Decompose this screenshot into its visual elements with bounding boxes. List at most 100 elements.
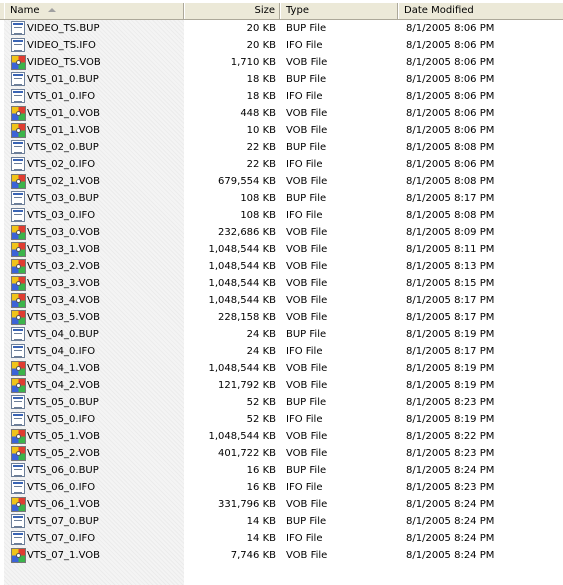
vob-media-icon <box>11 548 26 563</box>
file-size: 22 KB <box>246 142 276 153</box>
file-row[interactable]: VTS_02_0.BUP 22 KB BUP File 8/1/2005 8:08 P… <box>0 139 563 156</box>
file-type: VOB File <box>286 380 328 391</box>
vob-media-icon <box>11 497 26 512</box>
file-row[interactable]: VTS_05_0.BUP 52 KB BUP File 8/1/2005 8:23 P… <box>0 394 563 411</box>
file-icon-cell <box>11 361 26 376</box>
file-row[interactable]: VTS_06_0.IFO 16 KB IFO File 8/1/2005 8:23 P… <box>0 479 563 496</box>
file-row[interactable]: VTS_01_0.BUP 18 KB BUP File 8/1/2005 8:06 P… <box>0 71 563 88</box>
file-row[interactable]: VTS_02_0.IFO 22 KB IFO File 8/1/2005 8:06 P… <box>0 156 563 173</box>
file-row[interactable]: VTS_03_3.VOB 1,048,544 KB VOB File 8/1/2005… <box>0 275 563 292</box>
file-name: VTS_01_1.VOB <box>27 125 100 136</box>
file-type: VOB File <box>286 550 328 561</box>
column-header-type[interactable]: Type <box>280 3 398 19</box>
file-date-modified: 8/1/2005 8:15 PM <box>406 278 495 289</box>
file-row[interactable]: VTS_07_0.BUP 14 KB BUP File 8/1/2005 8:24 P… <box>0 513 563 530</box>
file-icon-cell <box>11 72 26 87</box>
file-size: 52 KB <box>246 414 276 425</box>
file-row[interactable]: VTS_03_0.IFO 108 KB IFO File 8/1/2005 8:08 … <box>0 207 563 224</box>
file-row[interactable]: VTS_06_0.BUP 16 KB BUP File 8/1/2005 8:24 P… <box>0 462 563 479</box>
file-name: VTS_03_4.VOB <box>27 295 100 306</box>
file-type: VOB File <box>286 227 328 238</box>
file-icon-cell <box>11 174 26 189</box>
file-row[interactable]: VTS_04_0.IFO 24 KB IFO File 8/1/2005 8:17 P… <box>0 343 563 360</box>
file-row[interactable]: VTS_01_0.IFO 18 KB IFO File 8/1/2005 8:06 P… <box>0 88 563 105</box>
file-date-modified: 8/1/2005 8:06 PM <box>406 74 495 85</box>
file-row[interactable]: VIDEO_TS.IFO 20 KB IFO File 8/1/2005 8:06 P… <box>0 37 563 54</box>
file-icon-cell <box>11 38 26 53</box>
file-icon <box>11 395 25 409</box>
file-icon-cell <box>11 208 26 223</box>
file-size: 331,796 KB <box>218 499 276 510</box>
file-icon <box>11 140 25 154</box>
file-row[interactable]: VTS_01_0.VOB 448 KB VOB File 8/1/2005 8:06 … <box>0 105 563 122</box>
file-icon-cell <box>11 514 26 529</box>
file-date-modified: 8/1/2005 8:09 PM <box>406 227 495 238</box>
file-row[interactable]: VTS_04_0.BUP 24 KB BUP File 8/1/2005 8:19 P… <box>0 326 563 343</box>
file-row[interactable]: VTS_03_2.VOB 1,048,544 KB VOB File 8/1/2005… <box>0 258 563 275</box>
file-name: VTS_04_2.VOB <box>27 380 100 391</box>
file-date-modified: 8/1/2005 8:19 PM <box>406 363 495 374</box>
file-row[interactable]: VTS_07_0.IFO 14 KB IFO File 8/1/2005 8:24 P… <box>0 530 563 547</box>
file-icon-cell <box>11 123 26 138</box>
file-row[interactable]: VTS_03_0.VOB 232,686 KB VOB File 8/1/2005 8… <box>0 224 563 241</box>
file-row[interactable]: VTS_04_2.VOB 121,792 KB VOB File 8/1/2005 8… <box>0 377 563 394</box>
file-row[interactable]: VTS_05_1.VOB 1,048,544 KB VOB File 8/1/2005… <box>0 428 563 445</box>
file-name: VTS_04_0.BUP <box>27 329 99 340</box>
file-row[interactable]: VTS_02_1.VOB 679,554 KB VOB File 8/1/2005 8… <box>0 173 563 190</box>
file-row[interactable]: VTS_03_4.VOB 1,048,544 KB VOB File 8/1/2005… <box>0 292 563 309</box>
file-date-modified: 8/1/2005 8:24 PM <box>406 550 495 561</box>
file-size: 448 KB <box>240 108 276 119</box>
column-header-name[interactable]: Name <box>4 3 184 19</box>
file-row[interactable]: VTS_05_2.VOB 401,722 KB VOB File 8/1/2005 8… <box>0 445 563 462</box>
column-header-bar: Name Size Type Date Modified <box>0 3 563 20</box>
file-type: VOB File <box>286 125 328 136</box>
vob-media-icon <box>11 106 26 121</box>
file-date-modified: 8/1/2005 8:19 PM <box>406 329 495 340</box>
file-name: VTS_01_0.BUP <box>27 74 99 85</box>
file-icon-cell <box>11 55 26 70</box>
file-row[interactable]: VIDEO_TS.BUP 20 KB BUP File 8/1/2005 8:06 P… <box>0 20 563 37</box>
file-row[interactable]: VTS_03_1.VOB 1,048,544 KB VOB File 8/1/2005… <box>0 241 563 258</box>
file-icon-cell <box>11 21 26 36</box>
vob-media-icon <box>11 259 26 274</box>
file-row[interactable]: VTS_03_0.BUP 108 KB BUP File 8/1/2005 8:17 … <box>0 190 563 207</box>
file-name: VTS_05_0.IFO <box>27 414 96 425</box>
file-row[interactable]: VTS_07_1.VOB 7,746 KB VOB File 8/1/2005 8:2… <box>0 547 563 564</box>
file-size: 16 KB <box>246 482 276 493</box>
file-icon-cell <box>11 106 26 121</box>
file-size: 121,792 KB <box>218 380 276 391</box>
file-size: 24 KB <box>246 329 276 340</box>
file-name: VIDEO_TS.IFO <box>27 40 96 51</box>
column-header-date-label: Date Modified <box>404 5 474 16</box>
file-type: IFO File <box>286 210 323 221</box>
file-date-modified: 8/1/2005 8:06 PM <box>406 159 495 170</box>
column-header-size-label: Size <box>254 5 275 16</box>
file-size: 108 KB <box>240 210 276 221</box>
file-type: VOB File <box>286 363 328 374</box>
file-type: VOB File <box>286 448 328 459</box>
column-header-date-modified[interactable]: Date Modified <box>398 3 559 19</box>
file-type: VOB File <box>286 295 328 306</box>
file-date-modified: 8/1/2005 8:22 PM <box>406 431 495 442</box>
file-row[interactable]: VTS_01_1.VOB 10 KB VOB File 8/1/2005 8:06 P… <box>0 122 563 139</box>
file-type: BUP File <box>286 142 327 153</box>
file-size: 10 KB <box>246 125 276 136</box>
file-row[interactable]: VTS_06_1.VOB 331,796 KB VOB File 8/1/2005 8… <box>0 496 563 513</box>
file-name: VTS_04_1.VOB <box>27 363 100 374</box>
file-icon <box>11 72 25 86</box>
file-row[interactable]: VIDEO_TS.VOB 1,710 KB VOB File 8/1/2005 8:0… <box>0 54 563 71</box>
file-row[interactable]: VTS_03_5.VOB 228,158 KB VOB File 8/1/2005 8… <box>0 309 563 326</box>
file-date-modified: 8/1/2005 8:08 PM <box>406 176 495 187</box>
file-row[interactable]: VTS_04_1.VOB 1,048,544 KB VOB File 8/1/2005… <box>0 360 563 377</box>
file-icon <box>11 38 25 52</box>
file-date-modified: 8/1/2005 8:24 PM <box>406 516 495 527</box>
file-size: 232,686 KB <box>218 227 276 238</box>
column-header-size[interactable]: Size <box>184 3 280 19</box>
file-type: VOB File <box>286 244 328 255</box>
file-icon-cell <box>11 89 26 104</box>
file-icon <box>11 514 25 528</box>
file-name: VTS_07_0.BUP <box>27 516 99 527</box>
file-date-modified: 8/1/2005 8:06 PM <box>406 23 495 34</box>
file-row[interactable]: VTS_05_0.IFO 52 KB IFO File 8/1/2005 8:19 P… <box>0 411 563 428</box>
file-icon-cell <box>11 344 26 359</box>
